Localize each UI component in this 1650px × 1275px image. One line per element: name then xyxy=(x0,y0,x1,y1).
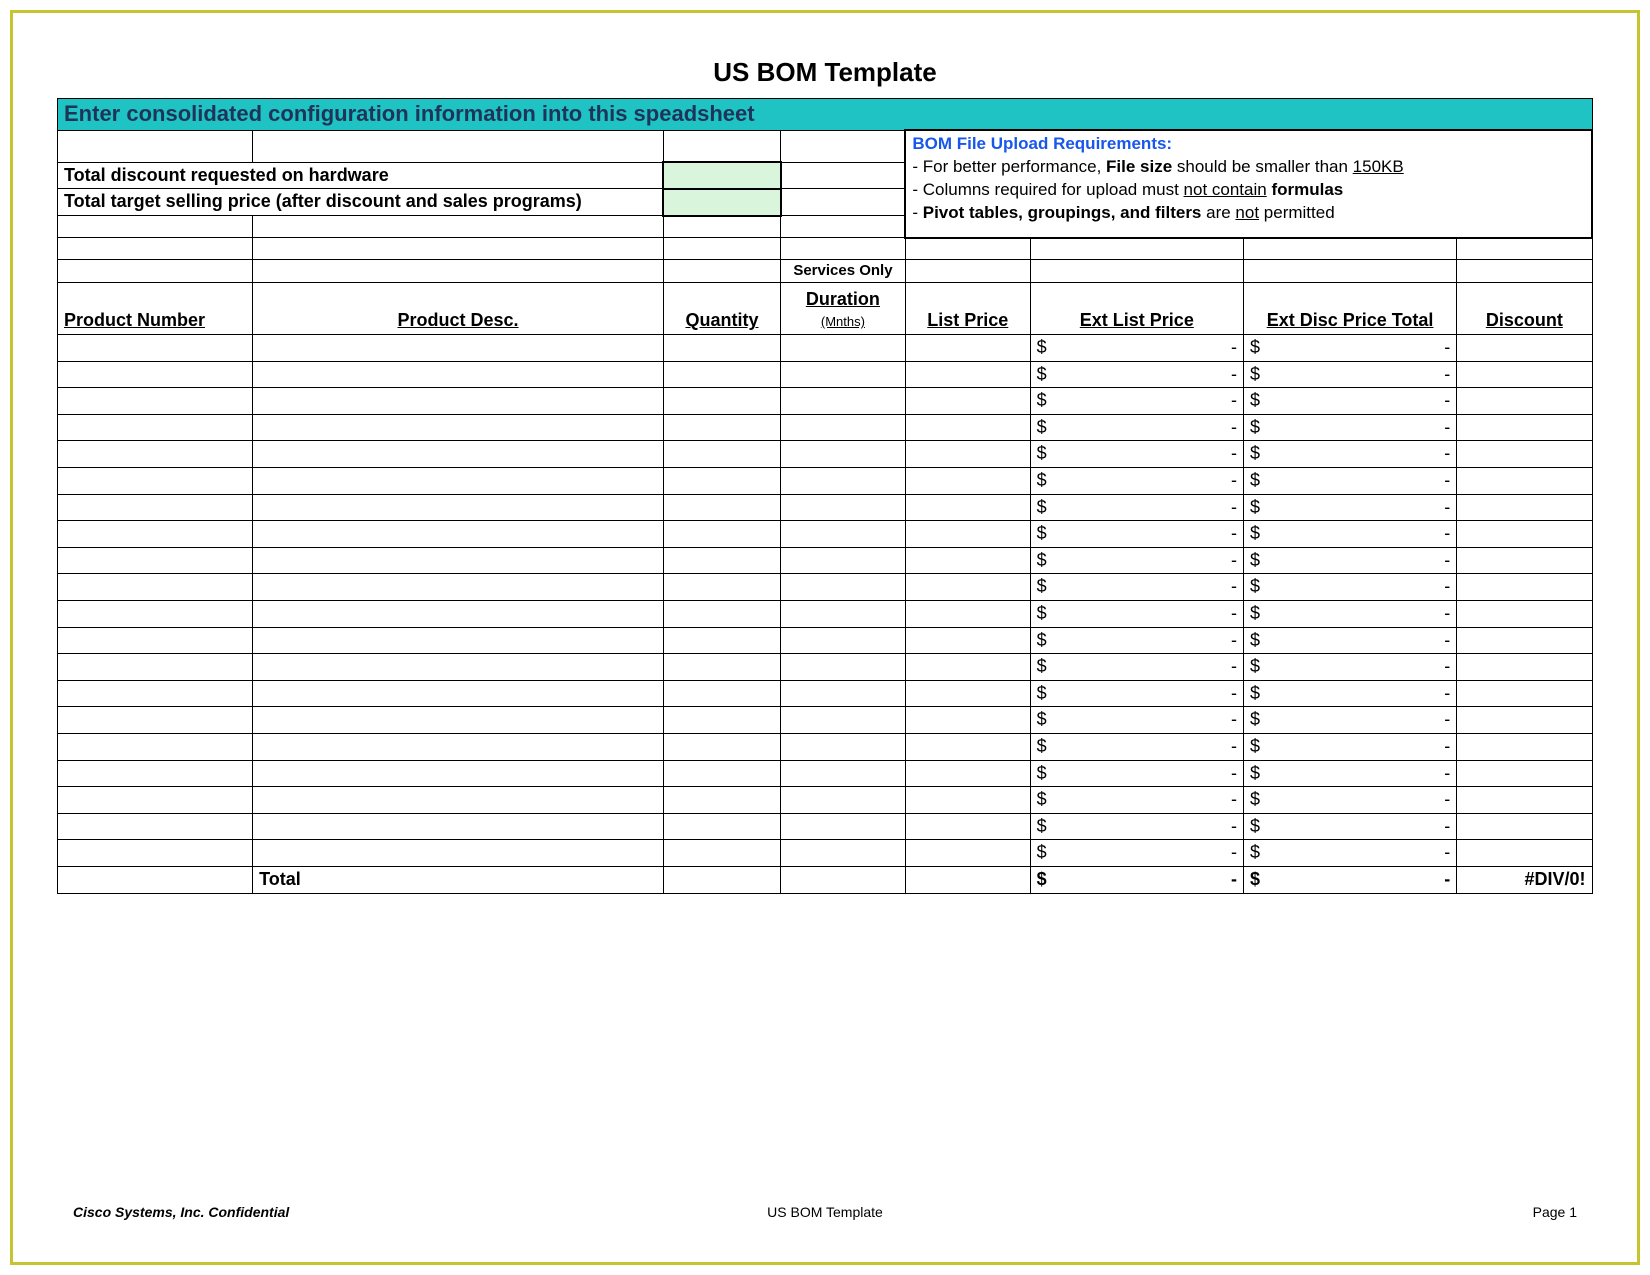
total-ext-list: $- xyxy=(1030,866,1243,893)
table-row: $-$- xyxy=(58,680,1593,707)
table-row: $-$- xyxy=(58,441,1593,468)
ext-list-price-cell[interactable]: $- xyxy=(1030,335,1243,362)
table-row: $-$- xyxy=(58,654,1593,681)
col-quantity: Quantity xyxy=(663,283,780,335)
ext-list-price-cell[interactable]: $- xyxy=(1030,707,1243,734)
ext-disc-price-cell[interactable]: $- xyxy=(1243,547,1456,574)
ext-disc-price-cell[interactable]: $- xyxy=(1243,521,1456,548)
ext-disc-price-cell[interactable]: $- xyxy=(1243,654,1456,681)
ext-disc-price-cell[interactable]: $- xyxy=(1243,414,1456,441)
ext-disc-price-cell[interactable]: $- xyxy=(1243,680,1456,707)
ext-disc-price-cell[interactable]: $- xyxy=(1243,760,1456,787)
col-ext-disc-price: Ext Disc Price Total xyxy=(1243,283,1456,335)
target-price-label: Total target selling price (after discou… xyxy=(58,189,664,216)
ext-list-price-cell[interactable]: $- xyxy=(1030,388,1243,415)
table-row: $-$- xyxy=(58,840,1593,867)
ext-list-price-cell[interactable]: $- xyxy=(1030,468,1243,495)
ext-disc-price-cell[interactable]: $- xyxy=(1243,494,1456,521)
requirements-heading: BOM File Upload Requirements: xyxy=(912,133,1585,156)
footer-center: US BOM Template xyxy=(73,1204,1577,1220)
bom-table: Enter consolidated configuration informa… xyxy=(57,98,1593,894)
banner-row: Enter consolidated configuration informa… xyxy=(58,99,1593,131)
ext-list-price-cell[interactable]: $- xyxy=(1030,733,1243,760)
ext-disc-price-cell[interactable]: $- xyxy=(1243,813,1456,840)
table-row: $-$- xyxy=(58,760,1593,787)
col-duration: Duration (Mnths) xyxy=(781,283,906,335)
ext-list-price-cell[interactable]: $- xyxy=(1030,547,1243,574)
ext-list-price-cell[interactable]: $- xyxy=(1030,441,1243,468)
spacer-row: BOM File Upload Requirements: - For bett… xyxy=(58,130,1593,162)
ext-list-price-cell[interactable]: $- xyxy=(1030,680,1243,707)
discount-label: Total discount requested on hardware xyxy=(58,162,664,189)
ext-disc-price-cell[interactable]: $- xyxy=(1243,335,1456,362)
total-row: Total $- $- #DIV/0! xyxy=(58,866,1593,893)
services-only-row: Services Only xyxy=(58,260,1593,283)
table-row: $-$- xyxy=(58,414,1593,441)
ext-disc-price-cell[interactable]: $- xyxy=(1243,707,1456,734)
ext-list-price-cell[interactable]: $- xyxy=(1030,574,1243,601)
table-row: $-$- xyxy=(58,787,1593,814)
total-label: Total xyxy=(253,866,664,893)
ext-list-price-cell[interactable]: $- xyxy=(1030,627,1243,654)
ext-list-price-cell[interactable]: $- xyxy=(1030,494,1243,521)
table-row: $-$- xyxy=(58,627,1593,654)
ext-disc-price-cell[interactable]: $- xyxy=(1243,627,1456,654)
ext-list-price-cell[interactable]: $- xyxy=(1030,601,1243,628)
ext-list-price-cell[interactable]: $- xyxy=(1030,760,1243,787)
table-row: $-$- xyxy=(58,521,1593,548)
footer-right: Page 1 xyxy=(1533,1204,1577,1220)
banner-text: Enter consolidated configuration informa… xyxy=(58,99,1593,131)
table-row: $-$- xyxy=(58,361,1593,388)
col-list-price: List Price xyxy=(905,283,1030,335)
table-row: $-$- xyxy=(58,335,1593,362)
table-row: $-$- xyxy=(58,707,1593,734)
col-ext-list-price: Ext List Price xyxy=(1030,283,1243,335)
table-row: $-$- xyxy=(58,574,1593,601)
ext-list-price-cell[interactable]: $- xyxy=(1030,840,1243,867)
header-row: Product Number Product Desc. Quantity Du… xyxy=(58,283,1593,335)
ext-disc-price-cell[interactable]: $- xyxy=(1243,840,1456,867)
ext-disc-price-cell[interactable]: $- xyxy=(1243,574,1456,601)
spacer-row xyxy=(58,238,1593,260)
table-row: $-$- xyxy=(58,388,1593,415)
requirements-line1: - For better performance, File size shou… xyxy=(912,156,1585,179)
discount-input[interactable] xyxy=(663,162,780,189)
ext-disc-price-cell[interactable]: $- xyxy=(1243,787,1456,814)
table-row: $-$- xyxy=(58,468,1593,495)
document-title: US BOM Template xyxy=(57,57,1593,88)
ext-disc-price-cell[interactable]: $- xyxy=(1243,601,1456,628)
col-product-desc: Product Desc. xyxy=(253,283,664,335)
ext-list-price-cell[interactable]: $- xyxy=(1030,521,1243,548)
ext-list-price-cell[interactable]: $- xyxy=(1030,654,1243,681)
table-row: $-$- xyxy=(58,547,1593,574)
requirements-line2: - Columns required for upload must not c… xyxy=(912,179,1585,202)
ext-disc-price-cell[interactable]: $- xyxy=(1243,361,1456,388)
ext-list-price-cell[interactable]: $- xyxy=(1030,813,1243,840)
ext-disc-price-cell[interactable]: $- xyxy=(1243,388,1456,415)
ext-disc-price-cell[interactable]: $- xyxy=(1243,468,1456,495)
total-ext-disc: $- xyxy=(1243,866,1456,893)
table-row: $-$- xyxy=(58,494,1593,521)
total-discount-error: #DIV/0! xyxy=(1457,866,1592,893)
ext-list-price-cell[interactable]: $- xyxy=(1030,787,1243,814)
requirements-line3: - Pivot tables, groupings, and filters a… xyxy=(912,202,1585,225)
col-discount: Discount xyxy=(1457,283,1592,335)
col-product-number: Product Number xyxy=(58,283,253,335)
ext-disc-price-cell[interactable]: $- xyxy=(1243,733,1456,760)
ext-list-price-cell[interactable]: $- xyxy=(1030,414,1243,441)
target-price-input[interactable] xyxy=(663,189,780,216)
services-only-label: Services Only xyxy=(781,260,906,283)
requirements-box: BOM File Upload Requirements: - For bett… xyxy=(905,130,1592,237)
table-row: $-$- xyxy=(58,601,1593,628)
ext-list-price-cell[interactable]: $- xyxy=(1030,361,1243,388)
table-row: $-$- xyxy=(58,733,1593,760)
ext-disc-price-cell[interactable]: $- xyxy=(1243,441,1456,468)
table-row: $-$- xyxy=(58,813,1593,840)
